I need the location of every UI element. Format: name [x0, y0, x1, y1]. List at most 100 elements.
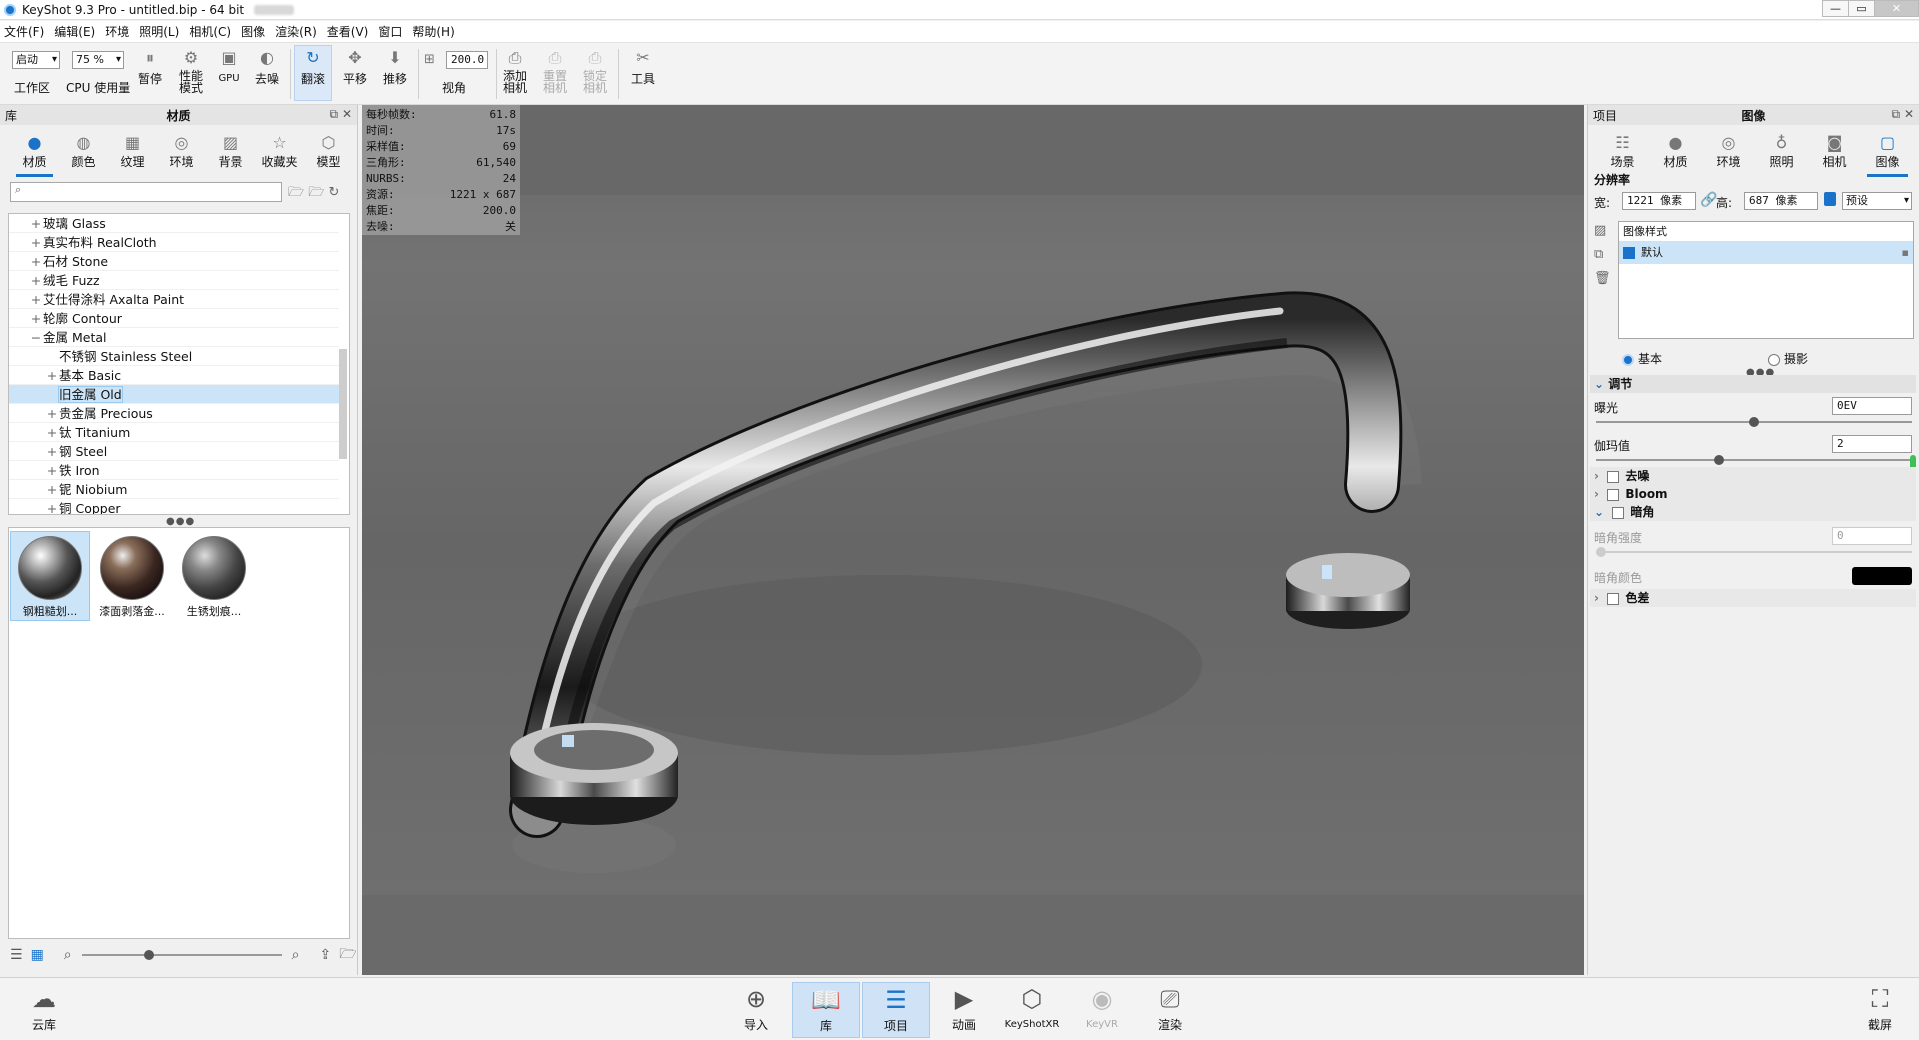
denoise-button[interactable]: ◐ 去噪 — [252, 49, 282, 87]
library-search-input[interactable]: ⌕ — [10, 182, 282, 202]
zoom-in-icon[interactable]: ⌕ — [292, 947, 300, 963]
tab-material[interactable]: ● 材质 — [1649, 127, 1702, 179]
adjust-section-header[interactable]: ⌄ 调节 — [1590, 375, 1916, 393]
tree-item[interactable]: − 金属 Metal — [9, 328, 339, 347]
list-view-icon[interactable]: ☰ — [10, 947, 23, 963]
undock-icon[interactable]: ⧉ — [330, 107, 339, 121]
link-aspect-icon[interactable]: 🔗 — [1700, 192, 1717, 208]
menu-file[interactable]: 文件(F) — [4, 23, 44, 40]
tree-item[interactable]: + 铌 Niobium — [9, 480, 339, 499]
slider-knob[interactable] — [1749, 417, 1759, 427]
performance-mode-button[interactable]: ⚙ 性能 模式 — [176, 49, 206, 95]
tree-item[interactable]: + 真实布料 RealCloth — [9, 233, 339, 252]
bloom-row[interactable]: › Bloom — [1590, 485, 1916, 503]
upload-icon[interactable]: ⇪ — [319, 947, 331, 963]
lock-icon[interactable] — [1824, 192, 1836, 206]
tree-item[interactable]: 不锈钢 Stainless Steel — [9, 347, 339, 366]
gpu-button[interactable]: ▣ GPU — [216, 49, 242, 85]
preset-select[interactable]: 预设 — [1842, 192, 1912, 210]
vignette-row[interactable]: ⌄ 暗角 — [1590, 503, 1916, 521]
tools-button[interactable]: ✂ 工具 — [628, 49, 658, 87]
menu-lighting[interactable]: 照明(L) — [139, 23, 179, 40]
close-panel-icon[interactable]: ✕ — [1904, 107, 1914, 121]
duplicate-icon[interactable]: ⧉ — [1594, 247, 1603, 262]
menu-edit[interactable]: 编辑(E) — [54, 23, 95, 40]
reset-camera-button[interactable]: ⎙ 重置 相机 — [540, 49, 570, 95]
material-thumb[interactable]: 生锈划痕... — [175, 532, 253, 620]
tree-item[interactable]: + 铁 Iron — [9, 461, 339, 480]
pause-button[interactable]: ⏸ 暂停 — [136, 49, 164, 87]
folder-icon[interactable]: 🗁 — [339, 943, 356, 967]
gamma-slider[interactable] — [1596, 455, 1912, 465]
refresh-icon[interactable]: ↻ — [329, 185, 340, 200]
tree-item[interactable]: + 钛 Titanium — [9, 423, 339, 442]
close-panel-icon[interactable]: ✕ — [342, 107, 352, 121]
tab-colors[interactable]: ◍ 颜色 — [59, 127, 108, 179]
tab-materials[interactable]: ● 材质 — [10, 127, 59, 179]
tree-item[interactable]: + 铜 Copper — [9, 499, 339, 514]
splitter-handle[interactable]: ●●● — [166, 516, 195, 527]
material-thumb[interactable]: 漆面剥落金... — [93, 532, 171, 620]
library-button[interactable]: 📖 库 — [792, 982, 860, 1038]
slider-knob[interactable] — [1714, 455, 1725, 465]
keyshotxr-button[interactable]: ⬡ KeyShotXR — [998, 982, 1066, 1038]
tab-environments[interactable]: ◎ 环境 — [157, 127, 206, 179]
tree-item[interactable]: + 石材 Stone — [9, 252, 339, 271]
trash-icon[interactable]: 🗑 — [1594, 271, 1611, 286]
minimize-button[interactable]: — — [1822, 0, 1849, 17]
slider-knob[interactable] — [1596, 547, 1606, 557]
cloud-library-button[interactable]: ☁ 云库 — [10, 982, 78, 1038]
bloom-checkbox[interactable] — [1607, 488, 1620, 501]
slider-knob[interactable] — [143, 950, 154, 960]
tree-item[interactable]: + 玻璃 Glass — [9, 214, 339, 233]
tab-favorites[interactable]: ☆ 收藏夹 — [255, 127, 304, 179]
mode-basic-radio[interactable]: 基本 — [1622, 350, 1662, 367]
tab-models[interactable]: ⬡ 模型 — [304, 127, 353, 179]
project-button[interactable]: ☰ 项目 — [862, 982, 930, 1038]
pan-button[interactable]: ✥ 平移 — [340, 49, 370, 87]
tab-environment[interactable]: ◎ 环境 — [1702, 127, 1755, 179]
menu-camera[interactable]: 相机(C) — [189, 23, 231, 40]
tree-item[interactable]: + 轮廓 Contour — [9, 309, 339, 328]
denoise-checkbox[interactable] — [1607, 470, 1620, 483]
zoom-out-icon[interactable]: ⌕ — [64, 947, 72, 963]
dolly-button[interactable]: ⬇ 推移 — [380, 49, 410, 87]
chromatic-aberration-row[interactable]: › 色差 — [1590, 589, 1916, 607]
thumbnail-size-slider[interactable] — [81, 950, 282, 960]
fov-input[interactable]: 200.0 — [446, 51, 488, 69]
exposure-slider[interactable] — [1596, 417, 1912, 427]
menu-window[interactable]: 窗口 — [378, 23, 402, 40]
menu-render[interactable]: 渲染(R) — [275, 23, 317, 40]
gamma-input[interactable]: 2 — [1832, 435, 1912, 453]
screenshot-button[interactable]: ⛶ 截屏 — [1846, 982, 1914, 1038]
tab-lighting[interactable]: ♁ 照明 — [1755, 127, 1808, 179]
add-camera-button[interactable]: ⎙ 添加 相机 — [500, 49, 530, 95]
exposure-input[interactable]: 0EV — [1832, 397, 1912, 415]
height-input[interactable]: 687 像素 — [1744, 192, 1818, 210]
menu-help[interactable]: 帮助(H) — [412, 23, 454, 40]
render-viewport[interactable] — [362, 105, 1584, 975]
undock-icon[interactable]: ⧉ — [1892, 107, 1901, 121]
animation-button[interactable]: ▶ 动画 — [930, 982, 998, 1038]
tree-scrollbar[interactable] — [339, 349, 347, 459]
tree-item-selected[interactable]: 旧金属 Old — [9, 385, 339, 404]
tree-item[interactable]: + 贵金属 Precious — [9, 404, 339, 423]
grid-view-icon[interactable]: ▦ — [31, 947, 44, 963]
tumble-button[interactable]: ↻ 翻滚 — [294, 45, 332, 101]
mode-photo-radio[interactable]: 摄影 — [1768, 350, 1808, 367]
material-thumb[interactable]: 钢粗糙划... — [10, 531, 90, 621]
vignette-strength-input[interactable]: 0 — [1832, 527, 1912, 545]
tree-item[interactable]: + 艾仕得涂料 Axalta Paint — [9, 290, 339, 309]
denoise-row[interactable]: › 去噪 — [1590, 467, 1916, 485]
cpu-usage-select[interactable]: 75 % — [72, 51, 124, 69]
tab-camera[interactable]: ◙ 相机 — [1808, 127, 1861, 179]
vignette-checkbox[interactable] — [1612, 506, 1625, 519]
menu-environment[interactable]: 环境 — [105, 23, 129, 40]
menu-image[interactable]: 图像 — [241, 23, 265, 40]
width-input[interactable]: 1221 像素 — [1622, 192, 1696, 210]
tab-image[interactable]: ▢ 图像 — [1861, 127, 1914, 179]
tree-item[interactable]: + 绒毛 Fuzz — [9, 271, 339, 290]
tree-item[interactable]: + 基本 Basic — [9, 366, 339, 385]
image-style-item-default[interactable]: 默认 ▪ — [1619, 242, 1913, 264]
keyvr-button[interactable]: ◉ KeyVR — [1068, 982, 1136, 1038]
